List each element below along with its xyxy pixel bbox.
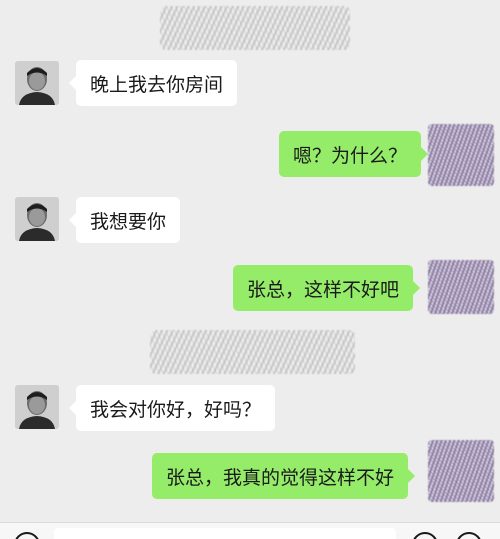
- sent-message[interactable]: 张总，这样不好吧: [233, 265, 421, 311]
- contact-avatar[interactable]: [15, 197, 59, 241]
- received-message[interactable]: 晚上我去你房间: [68, 60, 238, 106]
- sent-message[interactable]: 嗯？为什么？: [279, 131, 429, 177]
- user-avatar-redacted: [428, 260, 494, 314]
- chat-screen: 晚上我去你房间 嗯？为什么？ 我想要你 张总，这样不好吧 我会对你好，好吗？ 张…: [0, 0, 500, 539]
- redacted-timestamp: [160, 6, 350, 50]
- contact-avatar[interactable]: [15, 385, 59, 429]
- contact-avatar[interactable]: [15, 61, 59, 105]
- plus-icon[interactable]: [456, 532, 482, 539]
- input-bar: [0, 522, 500, 539]
- received-message[interactable]: 我想要你: [68, 197, 181, 243]
- redacted-timestamp: [150, 330, 355, 374]
- emoji-icon[interactable]: [412, 532, 438, 539]
- received-message[interactable]: 我会对你好，好吗？: [68, 385, 276, 431]
- sent-message[interactable]: 张总，我真的觉得这样不好: [152, 453, 416, 499]
- user-avatar-redacted: [428, 124, 494, 186]
- message-input[interactable]: [54, 528, 396, 539]
- voice-icon[interactable]: [14, 532, 40, 539]
- user-avatar-redacted: [428, 440, 494, 502]
